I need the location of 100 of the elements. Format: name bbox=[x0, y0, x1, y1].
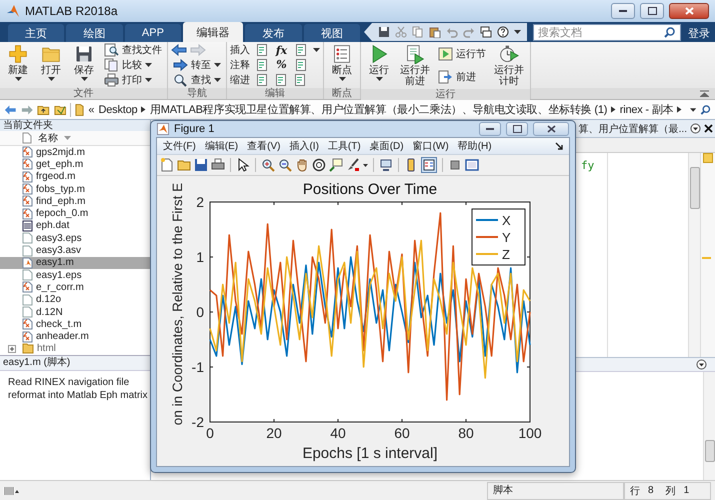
document-icon[interactable] bbox=[255, 43, 269, 58]
collapse-icon[interactable] bbox=[700, 90, 709, 97]
file-row[interactable]: fobs_typ.m bbox=[0, 182, 150, 196]
overflow-indicator[interactable]: « bbox=[88, 104, 94, 116]
file-row[interactable]: get_eph.m bbox=[0, 158, 150, 171]
grip-icon[interactable] bbox=[4, 486, 20, 495]
copy-icon[interactable] bbox=[412, 26, 424, 38]
dropdown-caret-icon[interactable] bbox=[690, 108, 696, 112]
ribbon-button[interactable]: 比较 bbox=[102, 58, 164, 72]
document-icon[interactable] bbox=[255, 58, 269, 72]
paste-icon[interactable] bbox=[429, 26, 442, 38]
file-row[interactable]: easy1.eps bbox=[0, 268, 150, 282]
file-row[interactable]: anheader.m bbox=[0, 330, 150, 343]
undock-arrow-icon[interactable] bbox=[555, 142, 563, 150]
up-folder-icon[interactable] bbox=[37, 104, 50, 116]
vertical-scrollbar[interactable] bbox=[703, 372, 715, 480]
ribbon-button[interactable]: 断点 bbox=[327, 43, 357, 87]
printer-icon[interactable] bbox=[211, 158, 225, 172]
file-row[interactable]: easy1.m bbox=[0, 256, 150, 269]
path-segment[interactable]: 用MATLAB程序实现卫星位置解算、用户位置解算（最小二乘法）、导航电文读取、坐标转换 (1) bbox=[150, 102, 608, 117]
ribbon-tab[interactable]: 编辑器 bbox=[183, 22, 244, 42]
menu-item[interactable]: 查看(V) bbox=[247, 139, 280, 153]
ribbon-button[interactable]: 前进 bbox=[436, 70, 488, 84]
file-row[interactable]: html bbox=[0, 342, 150, 355]
ribbon-tab[interactable]: 发布 bbox=[245, 24, 302, 42]
ribbon-button[interactable]: 新建 bbox=[3, 43, 33, 87]
menu-item[interactable]: 文件(F) bbox=[163, 139, 196, 153]
chevron-icon[interactable] bbox=[611, 106, 616, 113]
ribbon-tab[interactable]: 视图 bbox=[304, 24, 360, 42]
new-file-icon[interactable] bbox=[160, 158, 174, 172]
dropdown-caret-icon[interactable] bbox=[514, 30, 522, 34]
menu-item[interactable]: 桌面(D) bbox=[370, 139, 404, 153]
back-arrow-icon[interactable] bbox=[171, 44, 187, 56]
ribbon-button[interactable]: 运行 bbox=[364, 43, 394, 88]
folder-icon[interactable] bbox=[177, 158, 191, 172]
vertical-scrollbar[interactable] bbox=[688, 153, 700, 357]
document-icon[interactable] bbox=[255, 72, 269, 87]
column-header[interactable]: 名称 bbox=[0, 131, 150, 146]
back-arrow-icon[interactable] bbox=[4, 104, 17, 116]
file-row[interactable]: easy3.eps bbox=[0, 232, 150, 244]
menu-item[interactable]: 插入(I) bbox=[289, 139, 319, 153]
zoom-in-icon[interactable] bbox=[261, 158, 275, 172]
file-row[interactable]: d.12N bbox=[0, 306, 150, 318]
windows-icon[interactable] bbox=[480, 26, 492, 38]
document-icon[interactable] bbox=[293, 72, 307, 87]
ribbon-tab[interactable]: APP bbox=[124, 24, 182, 42]
close-icon[interactable] bbox=[704, 124, 713, 133]
menu-item[interactable]: 编辑(E) bbox=[204, 139, 238, 153]
ribbon-tab[interactable]: 绘图 bbox=[66, 24, 123, 42]
ribbon-button[interactable]: 查找 bbox=[171, 72, 223, 87]
dropdown-icon[interactable] bbox=[690, 123, 701, 134]
menu-item[interactable]: 窗口(W) bbox=[412, 139, 449, 153]
glyph-button[interactable]: % bbox=[274, 58, 289, 72]
path-segment[interactable]: Desktop bbox=[98, 104, 138, 116]
ribbon-button[interactable]: 运行节 bbox=[436, 47, 488, 62]
legend-toggle-icon[interactable] bbox=[421, 157, 437, 173]
file-row[interactable]: e_r_corr.m bbox=[0, 281, 150, 294]
file-row[interactable]: check_t.m bbox=[0, 318, 150, 330]
close-button[interactable] bbox=[533, 122, 569, 136]
sign-in-button[interactable]: 登录 bbox=[683, 24, 715, 42]
file-row[interactable]: easy3.asv bbox=[0, 244, 150, 257]
brush-icon[interactable] bbox=[346, 158, 360, 172]
dropdown-icon[interactable] bbox=[696, 359, 707, 370]
ribbon-button[interactable]: 保存 bbox=[69, 43, 99, 87]
file-row[interactable]: eph.dat bbox=[0, 220, 150, 232]
maximize-button[interactable] bbox=[640, 3, 664, 19]
panel-icon[interactable] bbox=[465, 158, 479, 172]
document-icon[interactable] bbox=[294, 43, 308, 58]
file-row[interactable]: gps2mjd.m bbox=[0, 146, 150, 158]
ribbon-button[interactable]: 查找文件 bbox=[102, 43, 164, 58]
ribbon-button[interactable]: 运行并计时 bbox=[491, 43, 527, 88]
glyph-button[interactable]: fx bbox=[274, 44, 289, 57]
chevron-icon[interactable] bbox=[141, 106, 146, 113]
ribbon-button[interactable]: 运行并前进 bbox=[397, 43, 433, 88]
square-icon[interactable] bbox=[448, 158, 462, 172]
search-icon[interactable] bbox=[664, 27, 675, 38]
menu-item[interactable]: 工具(T) bbox=[328, 139, 361, 153]
document-icon[interactable] bbox=[294, 58, 308, 72]
path-segment[interactable]: rinex - 副本 bbox=[620, 102, 674, 117]
chevron-icon[interactable] bbox=[677, 106, 682, 113]
hand-icon[interactable] bbox=[295, 158, 309, 172]
search-icon[interactable] bbox=[700, 104, 711, 116]
ribbon-button[interactable]: 转至 bbox=[171, 58, 223, 72]
expand-icon[interactable] bbox=[8, 344, 16, 353]
help-icon[interactable] bbox=[497, 26, 510, 38]
ribbon-button[interactable]: 打开 bbox=[36, 43, 66, 87]
maximize-button[interactable] bbox=[506, 122, 528, 136]
search-field[interactable]: 搜索文档 bbox=[533, 24, 682, 41]
file-row[interactable]: find_eph.m bbox=[0, 195, 150, 208]
zoom-out-icon[interactable] bbox=[278, 158, 292, 172]
document-icon[interactable] bbox=[274, 72, 288, 87]
close-button[interactable] bbox=[669, 3, 709, 19]
pointer-icon[interactable] bbox=[236, 158, 250, 172]
browse-folder-icon[interactable] bbox=[54, 104, 66, 116]
menu-item[interactable]: 帮助(H) bbox=[458, 139, 492, 153]
file-row[interactable]: frgeod.m bbox=[0, 170, 150, 183]
file-row[interactable]: fepoch_0.m bbox=[0, 207, 150, 220]
dropdown-caret-icon[interactable] bbox=[363, 164, 368, 166]
ribbon-tab[interactable]: 主页 bbox=[8, 24, 64, 42]
file-row[interactable]: d.12o bbox=[0, 294, 150, 306]
